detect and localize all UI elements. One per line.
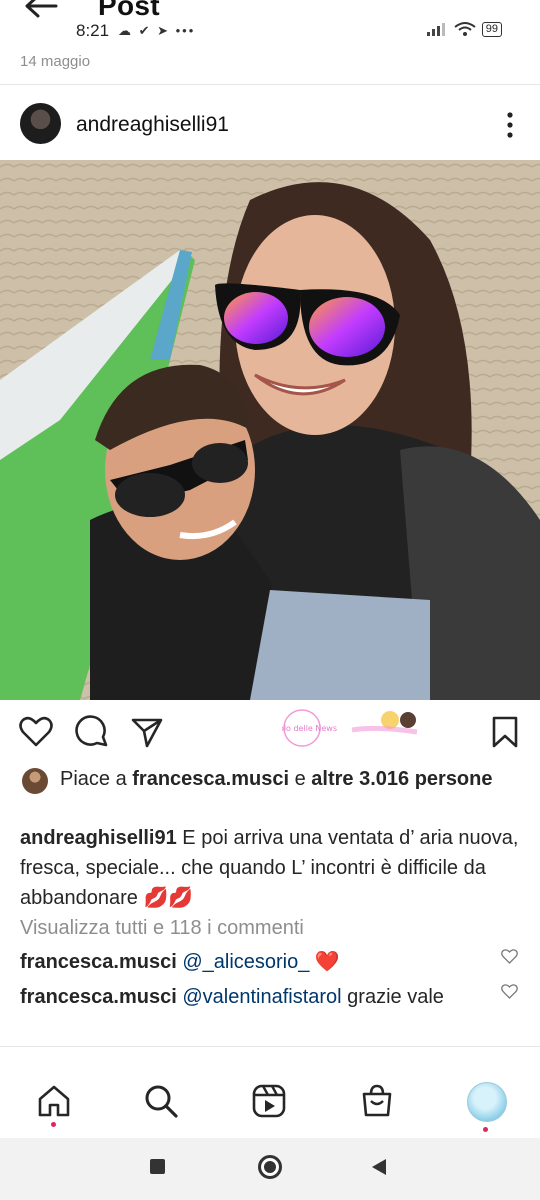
- comment-username[interactable]: francesca.musci: [20, 951, 177, 973]
- signal-icon: [426, 23, 445, 36]
- notification-dot: [483, 1127, 488, 1132]
- home-circle-icon[interactable]: [258, 1155, 282, 1179]
- author-username[interactable]: andreaghiselli91: [76, 113, 229, 137]
- post-caption: andreaghiselli91 E poi arriva una ventat…: [20, 823, 525, 913]
- watermark-logo: Vicolo delle News: [267, 706, 422, 752]
- divider: [0, 84, 540, 85]
- bookmark-icon[interactable]: [488, 714, 522, 750]
- caption-username[interactable]: andreaghiselli91: [20, 827, 177, 849]
- status-notification-icons: ☁ ✔ ➤ •••: [118, 23, 196, 38]
- comment-text: grazie vale: [341, 986, 444, 1008]
- page-title: Post: [98, 0, 160, 21]
- comment-username[interactable]: francesca.musci: [20, 986, 177, 1008]
- home-icon[interactable]: [36, 1083, 72, 1119]
- battery-indicator: 99: [481, 21, 502, 37]
- more-options-icon[interactable]: [505, 110, 515, 140]
- author-avatar[interactable]: [20, 103, 61, 144]
- top-bar: Post 8:21 ☁ ✔ ➤ ••• 99: [0, 0, 540, 48]
- comment-text: ❤️: [309, 951, 340, 973]
- comment-like-heart-icon[interactable]: [501, 984, 518, 999]
- likes-count: altre 3.016 persone: [311, 768, 493, 790]
- back-triangle-icon[interactable]: [370, 1158, 388, 1176]
- wifi-icon: [454, 22, 476, 36]
- comment-item: francesca.musci @valentinafistarol grazi…: [20, 983, 490, 1012]
- reels-icon[interactable]: [251, 1083, 287, 1119]
- comment-like-heart-icon[interactable]: [501, 949, 518, 964]
- post-date: 14 maggio: [20, 53, 91, 70]
- notification-dot: [51, 1122, 56, 1127]
- liker-avatar[interactable]: [22, 768, 48, 794]
- post-photo[interactable]: [0, 160, 540, 700]
- search-icon[interactable]: [143, 1083, 179, 1119]
- comment-icon[interactable]: [75, 714, 109, 750]
- share-icon[interactable]: [130, 714, 164, 750]
- profile-avatar[interactable]: [467, 1082, 507, 1122]
- likes-summary[interactable]: Piace a francesca.musci e altre 3.016 pe…: [60, 765, 520, 794]
- status-time: 8:21: [76, 21, 110, 40]
- view-all-comments-link[interactable]: Visualizza tutti e 118 i commenti: [20, 917, 304, 940]
- heart-icon[interactable]: [19, 714, 53, 750]
- liker-username: francesca.musci: [132, 768, 290, 790]
- comment-mention[interactable]: @_alicesorio_: [182, 951, 309, 973]
- comment-item: francesca.musci @_alicesorio_ ❤️: [20, 948, 490, 977]
- shop-icon[interactable]: [359, 1083, 395, 1119]
- status-right-group: 99: [426, 21, 502, 37]
- arrow-left-icon[interactable]: [22, 0, 58, 24]
- watermark-text: Vicolo delle News: [282, 724, 337, 733]
- divider: [0, 1046, 540, 1047]
- comment-mention[interactable]: @valentinafistarol: [182, 986, 341, 1008]
- stop-icon[interactable]: [150, 1159, 165, 1174]
